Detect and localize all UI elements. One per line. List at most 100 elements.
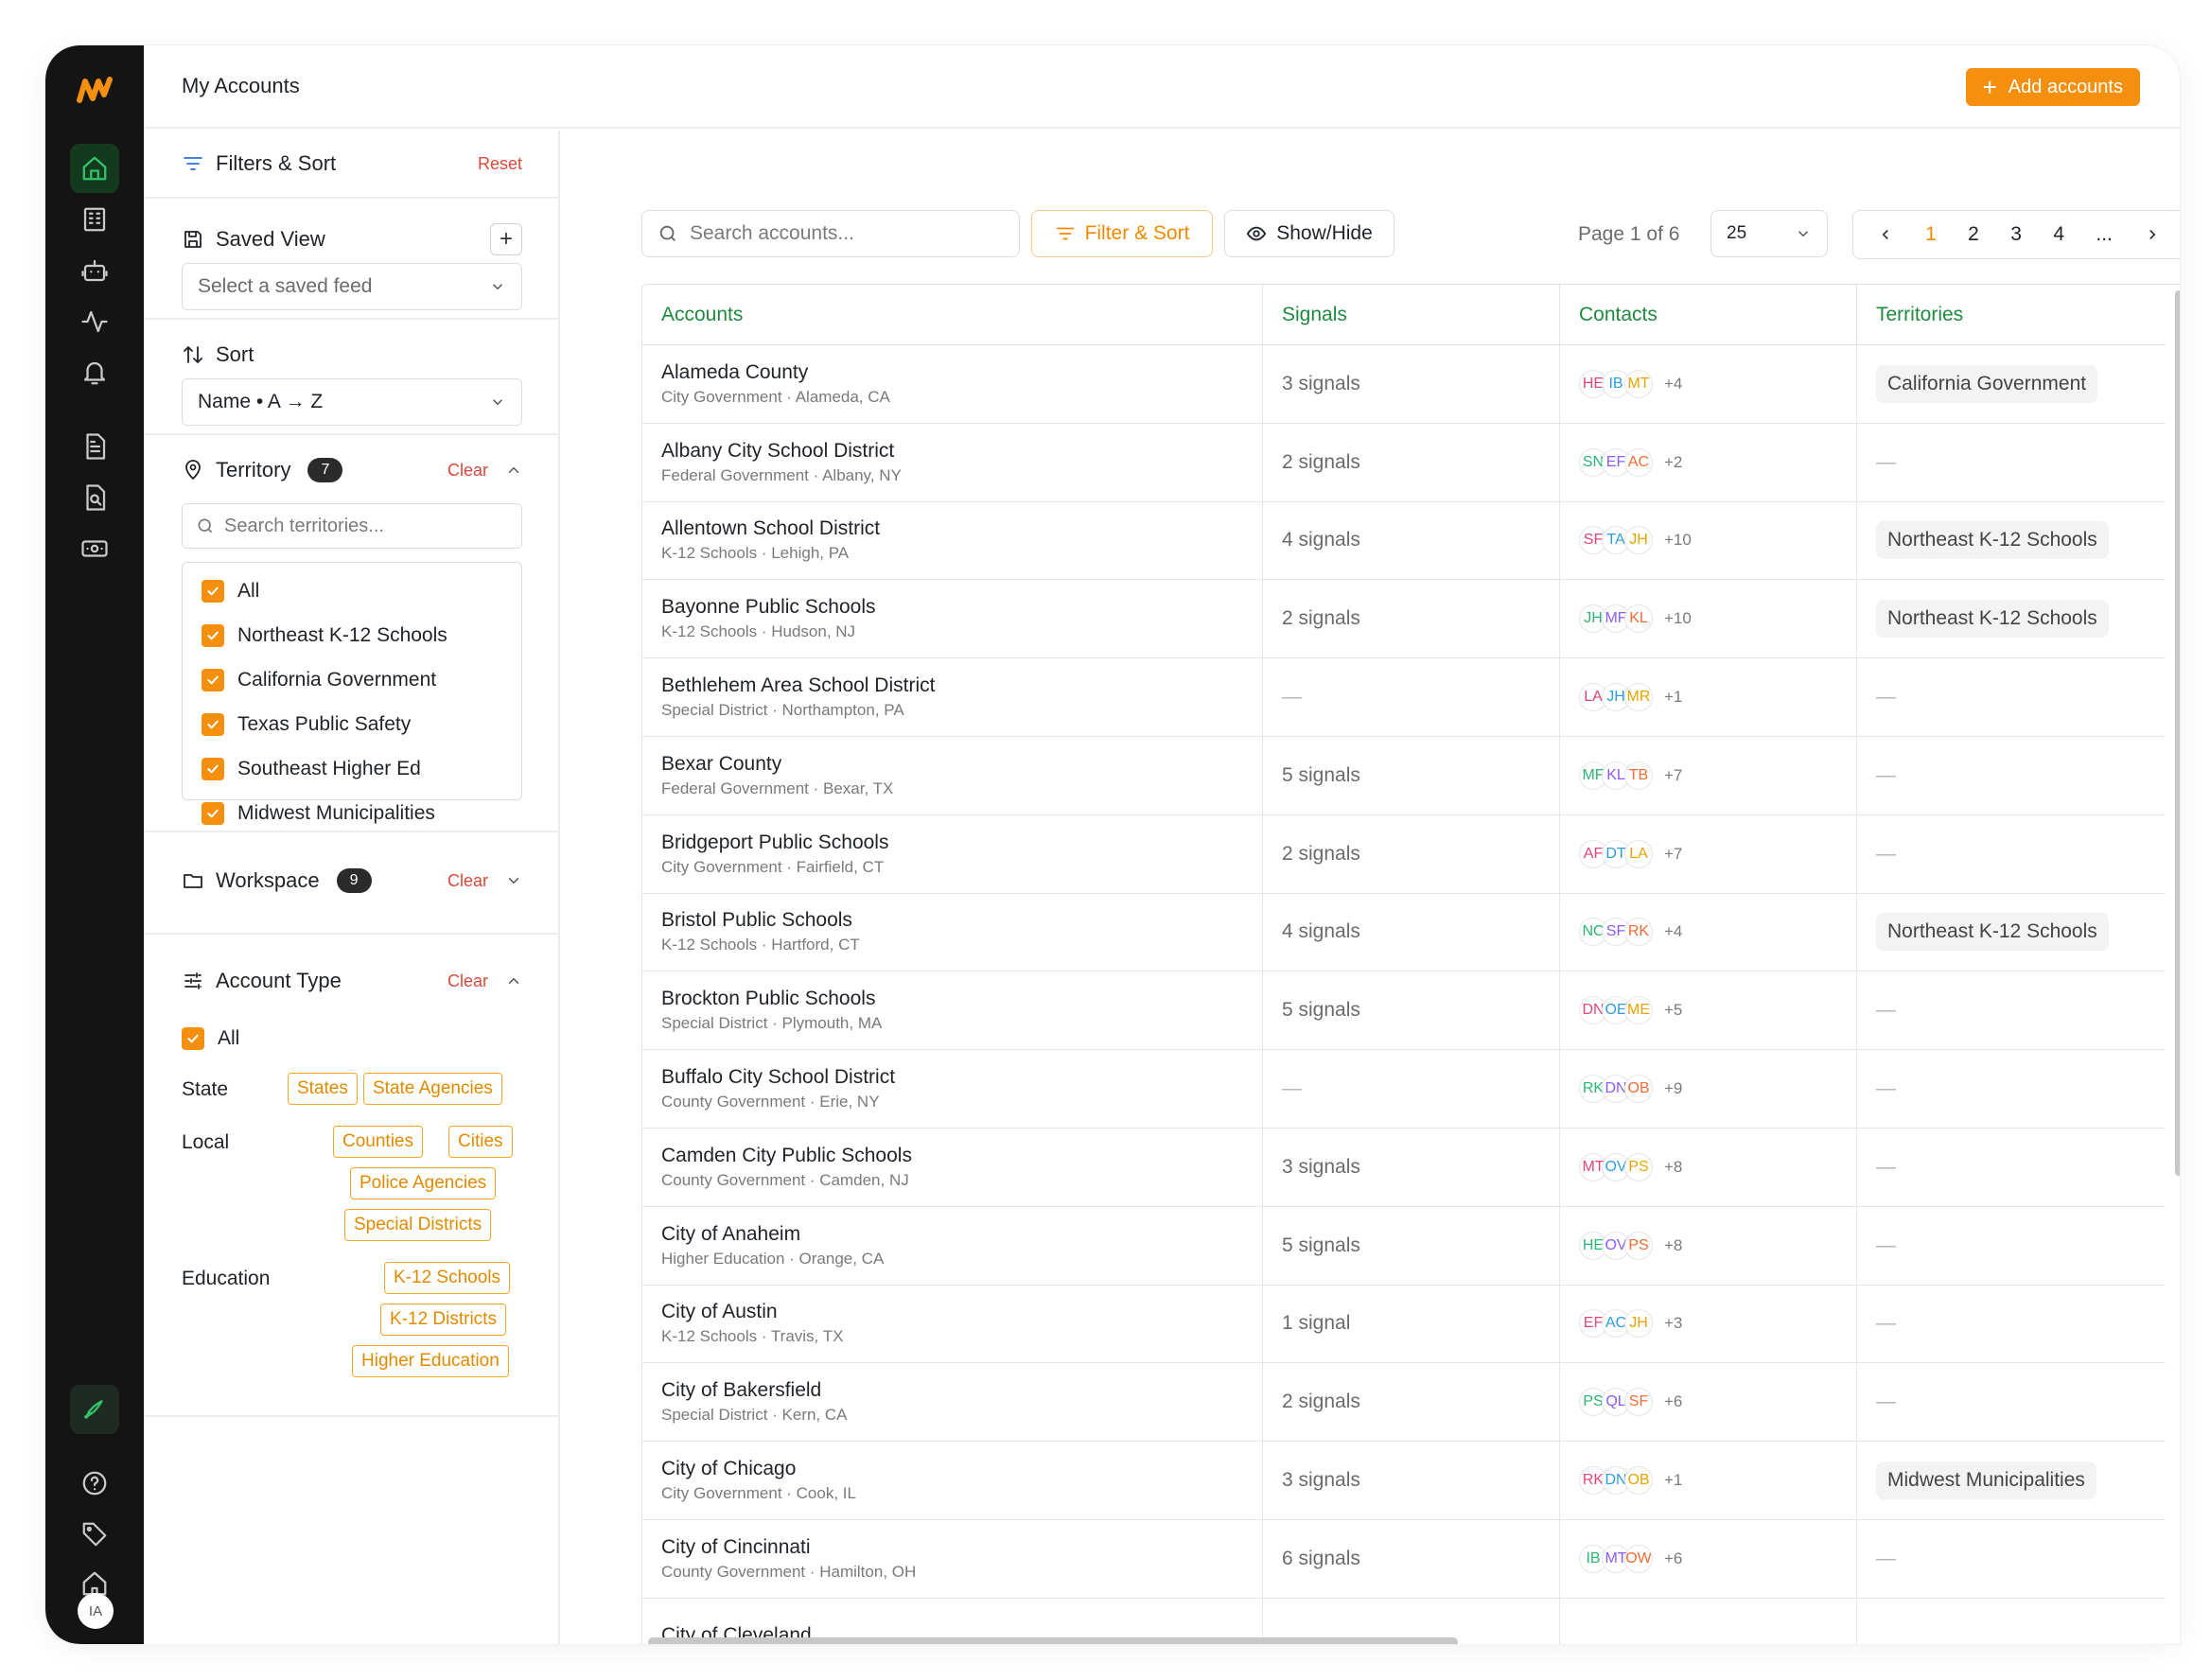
account-name[interactable]: Camden City Public Schools (661, 1145, 912, 1167)
territory-clear-button[interactable]: Clear (447, 461, 488, 481)
table-row[interactable]: Allentown School District K-12 Schools · … (642, 501, 2166, 581)
account-name[interactable]: Brockton Public Schools (661, 988, 882, 1010)
workspace-clear-button[interactable]: Clear (447, 871, 488, 891)
horizontal-scrollbar[interactable] (648, 1637, 1458, 1644)
chevron-down-icon[interactable] (505, 872, 522, 889)
checkbox-checked-icon[interactable] (202, 801, 224, 825)
page-3[interactable]: 3 (2010, 223, 2022, 246)
account-cell[interactable]: Buffalo City School District County Gover… (642, 1050, 1263, 1128)
contact-avatar[interactable]: PS (1624, 1152, 1653, 1181)
signals-value[interactable]: 2 signals (1282, 607, 1360, 630)
account-cell[interactable]: City of Bakersfield Special District · Ke… (642, 1363, 1263, 1442)
chevron-up-icon[interactable] (505, 972, 522, 989)
signals-value[interactable]: 2 signals (1282, 1391, 1360, 1413)
account-name[interactable]: Albany City School District (661, 440, 902, 463)
signals-value[interactable]: 5 signals (1282, 764, 1360, 787)
signals-value[interactable]: 2 signals (1282, 843, 1360, 866)
contact-avatar[interactable]: OB (1624, 1466, 1653, 1496)
chevron-up-icon[interactable] (505, 462, 522, 479)
territory-option[interactable]: Midwest Municipalities (183, 791, 521, 835)
saved-feed-select[interactable]: Select a saved feed (182, 263, 522, 310)
table-row[interactable]: Camden City Public Schools County Governm… (642, 1128, 2166, 1207)
header-signals[interactable]: Signals (1263, 285, 1560, 345)
account-name[interactable]: City of Austin (661, 1301, 843, 1323)
user-avatar[interactable]: IA (78, 1593, 114, 1629)
table-row[interactable]: Bexar County Federal Government · Bexar, … (642, 736, 2166, 815)
vertical-scrollbar[interactable] (2175, 290, 2180, 1176)
per-page-select[interactable]: 25 (1710, 210, 1828, 257)
account-cell[interactable]: City of Anaheim Higher Education · Orange… (642, 1206, 1263, 1285)
account-cell[interactable]: Bridgeport Public Schools City Government… (642, 814, 1263, 893)
table-row[interactable]: Albany City School District Federal Gover… (642, 423, 2166, 502)
account-type-all[interactable]: All (182, 1027, 522, 1050)
contact-avatars[interactable]: AF DT LA +7 (1579, 839, 1682, 868)
account-cell[interactable]: City of Cincinnati County Government · Ha… (642, 1519, 1263, 1598)
add-accounts-button[interactable]: + Add accounts (1965, 68, 2140, 106)
search-accounts-input[interactable]: Search accounts... (641, 210, 1020, 257)
page-4[interactable]: 4 (2053, 223, 2064, 246)
signals-value[interactable]: — (1282, 686, 1302, 709)
contact-avatar[interactable]: TB (1624, 761, 1653, 790)
table-row[interactable]: City of Cincinnati County Government · Ha… (642, 1519, 2166, 1599)
chevron-right-icon[interactable] (2144, 226, 2161, 243)
table-row[interactable]: City of Anaheim Higher Education · Orange… (642, 1206, 2166, 1286)
signals-value[interactable]: 4 signals (1282, 529, 1360, 551)
signals-value[interactable]: 2 signals (1282, 451, 1360, 474)
contact-avatars[interactable]: JH MF KL +10 (1579, 604, 1692, 634)
tag-icon[interactable] (70, 1510, 119, 1559)
contact-avatars[interactable]: HE IB MT +4 (1579, 369, 1682, 398)
chip-states[interactable]: States (288, 1073, 358, 1105)
signals-value[interactable]: 4 signals (1282, 920, 1360, 943)
account-name[interactable]: City of Chicago (661, 1458, 856, 1480)
contact-avatars[interactable]: SF TA JH +10 (1579, 526, 1692, 555)
table-row[interactable]: City of Bakersfield Special District · Ke… (642, 1363, 2166, 1443)
account-name[interactable]: Bristol Public Schools (661, 909, 860, 932)
chip-k12-districts[interactable]: K-12 Districts (380, 1304, 506, 1336)
account-name[interactable]: Bexar County (661, 753, 893, 776)
account-cell[interactable]: Bethlehem Area School District Special Di… (642, 658, 1263, 736)
page-ellipsis[interactable]: ... (2096, 223, 2113, 246)
checkbox-checked-icon[interactable] (202, 668, 224, 691)
checkbox-checked-icon[interactable] (202, 757, 224, 780)
account-cell[interactable]: Bayonne Public Schools K-12 Schools · Hud… (642, 580, 1263, 658)
territory-option[interactable]: Southeast Higher Ed (183, 746, 521, 791)
checkbox-checked-icon[interactable] (202, 579, 224, 603)
account-name[interactable]: Bethlehem Area School District (661, 674, 935, 697)
account-name[interactable]: City of Cincinnati (661, 1536, 916, 1559)
header-territories[interactable]: Territories (1857, 285, 2166, 345)
signals-value[interactable]: 3 signals (1282, 1469, 1360, 1492)
contact-avatar[interactable]: KL (1624, 604, 1653, 634)
territory-chip[interactable]: Northeast K-12 Schools (1876, 913, 2109, 952)
contact-avatar[interactable]: PS (1624, 1231, 1653, 1260)
signals-value[interactable]: 5 signals (1282, 999, 1360, 1022)
chip-state-agencies[interactable]: State Agencies (363, 1073, 502, 1105)
account-name[interactable]: Bridgeport Public Schools (661, 831, 888, 854)
territory-option[interactable]: Texas Public Safety (183, 702, 521, 746)
checkbox-checked-icon[interactable] (202, 712, 224, 736)
account-cell[interactable]: Allentown School District K-12 Schools · … (642, 501, 1263, 580)
chip-counties[interactable]: Counties (333, 1126, 423, 1158)
header-accounts[interactable]: Accounts (642, 285, 1263, 345)
table-row[interactable]: Buffalo City School District County Gover… (642, 1050, 2166, 1129)
show-hide-button[interactable]: Show/Hide (1224, 210, 1394, 257)
account-name[interactable]: City of Bakersfield (661, 1379, 848, 1402)
chip-police-agencies[interactable]: Police Agencies (350, 1167, 497, 1199)
contact-avatars[interactable]: IB MT OW +6 (1579, 1544, 1682, 1573)
account-cell[interactable]: City of Austin K-12 Schools · Travis, TX (642, 1285, 1263, 1363)
contact-avatars[interactable]: NC SF RK +4 (1579, 918, 1682, 947)
contact-avatar[interactable]: MT (1624, 369, 1653, 398)
contact-avatar[interactable]: JH (1624, 1309, 1653, 1339)
home-icon[interactable] (70, 144, 119, 193)
chip-cities[interactable]: Cities (448, 1126, 513, 1158)
contact-avatars[interactable]: MF KL TB +7 (1579, 761, 1682, 790)
account-cell[interactable]: Bexar County Federal Government · Bexar, … (642, 736, 1263, 814)
contact-avatar[interactable]: OB (1624, 1075, 1653, 1104)
account-cell[interactable]: Bristol Public Schools K-12 Schools · Har… (642, 893, 1263, 971)
account-cell[interactable]: Brockton Public Schools Special District … (642, 971, 1263, 1050)
sort-select[interactable]: Name • A → Z (182, 378, 522, 426)
account-name[interactable]: Alameda County (661, 361, 890, 384)
table-row[interactable]: Bayonne Public Schools K-12 Schools · Hud… (642, 580, 2166, 659)
document-icon[interactable] (70, 422, 119, 471)
bot-icon[interactable] (70, 246, 119, 295)
checkbox-checked-icon[interactable] (202, 623, 224, 647)
